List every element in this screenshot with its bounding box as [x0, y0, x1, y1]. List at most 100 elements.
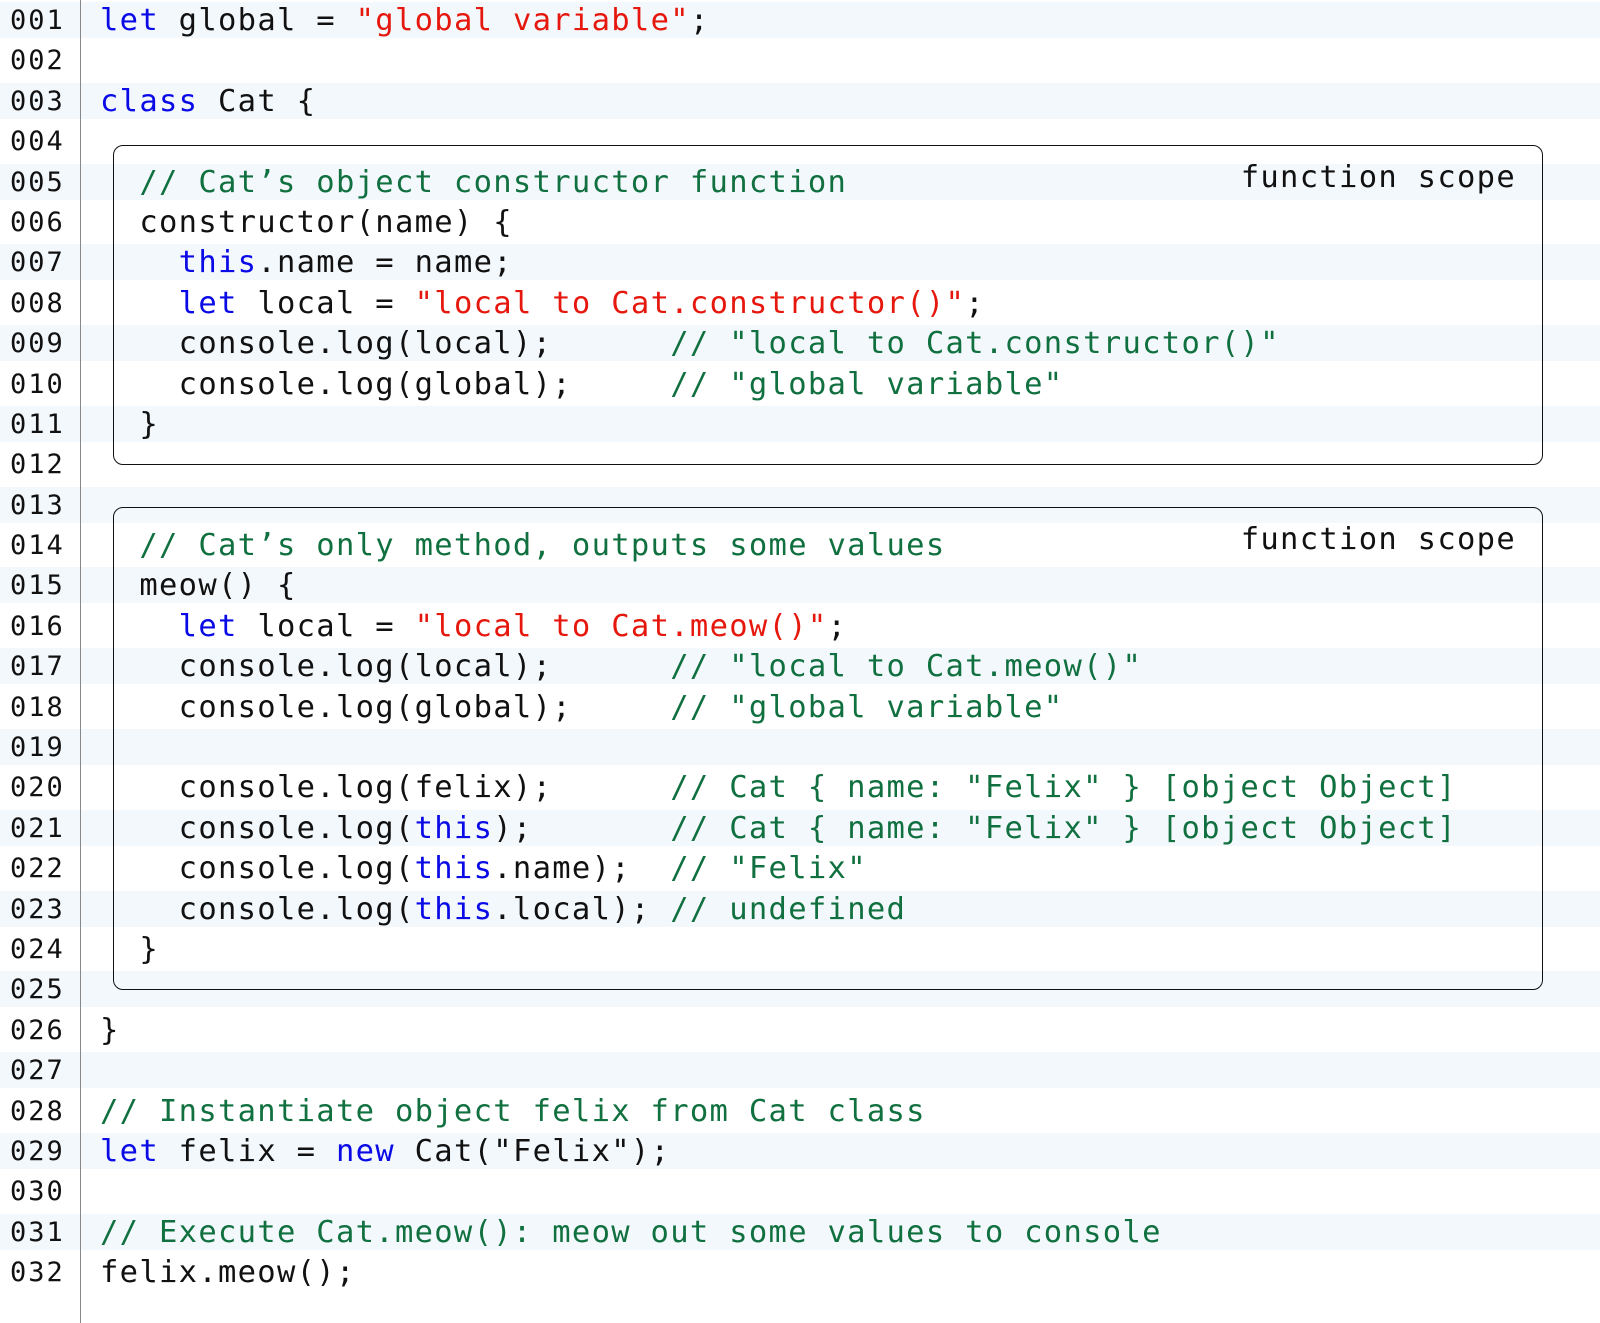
line-number: 002 — [10, 45, 65, 77]
comment-token: // "local to Cat.constructor()" — [670, 326, 1280, 362]
keyword-token: this — [414, 810, 494, 846]
comment-token: // undefined — [670, 891, 907, 927]
code-token: .name); — [493, 851, 671, 887]
keyword-token: this — [414, 891, 494, 927]
code-token: console.log(local); — [100, 326, 671, 362]
code-line[interactable]: 026} — [0, 1010, 1600, 1050]
line-source: console.log(global); // "global variable… — [100, 364, 1063, 404]
line-source: // Execute Cat.meow(): meow out some val… — [100, 1212, 1162, 1252]
gutter-divider — [80, 0, 81, 1323]
line-number: 030 — [10, 1176, 65, 1208]
line-number: 017 — [10, 651, 65, 683]
line-number: 001 — [10, 5, 65, 36]
line-number: 029 — [10, 1135, 65, 1167]
line-source: felix.meow(); — [100, 1252, 356, 1292]
code-token: constructor(name) { — [100, 204, 513, 240]
line-source: console.log(global); // "global variable… — [100, 687, 1063, 727]
code-token: console.log(felix); — [100, 770, 671, 806]
line-source: console.log(this.local); // undefined — [100, 889, 906, 929]
code-token: } — [100, 1012, 120, 1048]
code-line[interactable]: 027 — [0, 1050, 1600, 1090]
code-token: felix = — [159, 1133, 336, 1169]
code-line[interactable]: 032 felix.meow(); — [0, 1252, 1600, 1292]
code-token: Cat("Felix"); — [394, 1133, 671, 1169]
line-source: let global = "global variable"; — [100, 0, 710, 40]
line-source: let felix = new Cat("Felix"); — [100, 1131, 670, 1171]
line-source: console.log(this.name); // "Felix" — [100, 848, 867, 888]
line-number: 005 — [10, 166, 65, 198]
comment-token: // "Felix" — [670, 851, 867, 887]
code-token: local = — [237, 608, 415, 644]
line-source: console.log(felix); // Cat { name: "Feli… — [100, 767, 1457, 807]
code-line[interactable]: 001 let global = "global variable"; — [0, 0, 1600, 40]
keyword-token: let — [178, 608, 238, 644]
code-token: ; — [827, 608, 848, 644]
code-token: console.log( — [100, 891, 415, 927]
code-line[interactable]: 031 // Execute Cat.meow(): meow out some … — [0, 1212, 1600, 1252]
line-number: 016 — [10, 610, 65, 642]
string-token: "local to Cat.meow()" — [414, 608, 828, 644]
comment-token: // "global variable" — [670, 366, 1064, 402]
line-number: 024 — [10, 933, 65, 965]
code-token: console.log( — [100, 851, 415, 887]
scope-label: function scope — [1240, 160, 1516, 195]
code-token: felix.meow(); — [100, 1255, 356, 1291]
string-token: "local to Cat.constructor()" — [414, 285, 966, 321]
code-token: Cat { — [198, 83, 317, 119]
line-source: console.log(local); // "local to Cat.con… — [100, 323, 1280, 363]
code-line[interactable]: 002 — [0, 40, 1600, 80]
line-number: 003 — [10, 85, 65, 117]
keyword-token: new — [335, 1133, 395, 1169]
code-line[interactable]: 030 — [0, 1171, 1600, 1211]
line-source: } — [100, 929, 159, 969]
line-source: this.name = name; — [100, 242, 513, 282]
line-source: } — [100, 404, 159, 444]
line-number: 014 — [10, 530, 65, 562]
line-number: 031 — [10, 1216, 65, 1248]
line-source: let local = "local to Cat.meow()"; — [100, 606, 847, 646]
comment-token: // Execute Cat.meow(): meow out some val… — [100, 1214, 1162, 1250]
comment-token: // "global variable" — [670, 689, 1064, 725]
line-number: 009 — [10, 328, 65, 360]
code-token: } — [100, 931, 159, 967]
line-number: 021 — [10, 812, 65, 844]
line-source: meow() { — [100, 565, 297, 605]
line-number: 007 — [10, 247, 65, 279]
keyword-token: this — [414, 851, 494, 887]
line-number: 006 — [10, 206, 65, 238]
line-number: 018 — [10, 691, 65, 723]
code-token: local = — [237, 285, 415, 321]
code-line[interactable]: 003 class Cat { — [0, 81, 1600, 121]
line-number: 004 — [10, 126, 65, 158]
line-number: 023 — [10, 893, 65, 925]
line-source: let local = "local to Cat.constructor()"… — [100, 283, 985, 323]
comment-token: // Cat’s object constructor function — [139, 164, 848, 200]
code-line[interactable]: 021 console.log(this); // Cat { name: "F… — [0, 808, 1600, 848]
line-source: } — [100, 1010, 120, 1050]
line-number: 026 — [10, 1014, 65, 1046]
code-token: console.log( — [100, 810, 415, 846]
code-line[interactable]: 028 // Instantiate object felix from Cat … — [0, 1091, 1600, 1131]
code-token: ; — [965, 285, 985, 321]
line-source: class Cat { — [100, 81, 316, 121]
code-line[interactable]: 020 console.log(felix); // Cat { name: "… — [0, 767, 1600, 807]
comment-token: // "local to Cat.meow()" — [670, 649, 1143, 685]
keyword-token: let — [178, 285, 238, 321]
line-number: 010 — [10, 368, 65, 400]
comment-token: // Cat { name: "Felix" } [object Object] — [670, 770, 1457, 806]
line-number: 020 — [10, 772, 65, 804]
line-number: 027 — [10, 1055, 65, 1087]
line-number: 022 — [10, 853, 65, 885]
code-line[interactable]: 029 let felix = new Cat("Felix"); — [0, 1131, 1600, 1171]
keyword-token: this — [178, 245, 258, 281]
code-token: .name = name; — [257, 245, 513, 281]
line-number: 032 — [10, 1257, 65, 1289]
code-token: console.log(local); — [100, 649, 671, 685]
line-number: 012 — [10, 449, 65, 481]
code-token: console.log(global); — [100, 689, 671, 725]
code-token: meow() { — [100, 568, 297, 604]
